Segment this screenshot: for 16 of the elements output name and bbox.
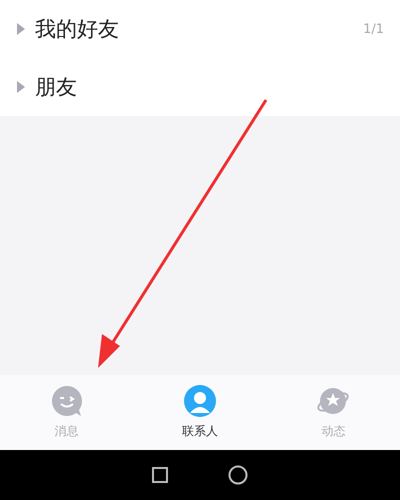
caret-icon xyxy=(16,80,25,92)
caret-icon xyxy=(16,22,25,34)
group-count: 1/1 xyxy=(363,22,384,36)
group-row[interactable]: 我的好友 1/1 xyxy=(0,0,400,58)
square-icon[interactable] xyxy=(152,467,168,483)
group-row[interactable]: 朋友 xyxy=(0,58,400,116)
group-name: 朋友 xyxy=(35,74,78,101)
tab-label: 联系人 xyxy=(182,423,218,440)
home-circle-icon[interactable] xyxy=(228,465,248,485)
tab-label: 动态 xyxy=(321,423,346,440)
winking-face-icon xyxy=(50,385,83,417)
group-name: 我的好友 xyxy=(35,16,120,43)
planet-icon xyxy=(316,385,350,417)
tab[interactable]: 联系人 xyxy=(133,375,267,450)
tab-label: 消息 xyxy=(54,423,79,440)
person-icon xyxy=(184,385,216,417)
